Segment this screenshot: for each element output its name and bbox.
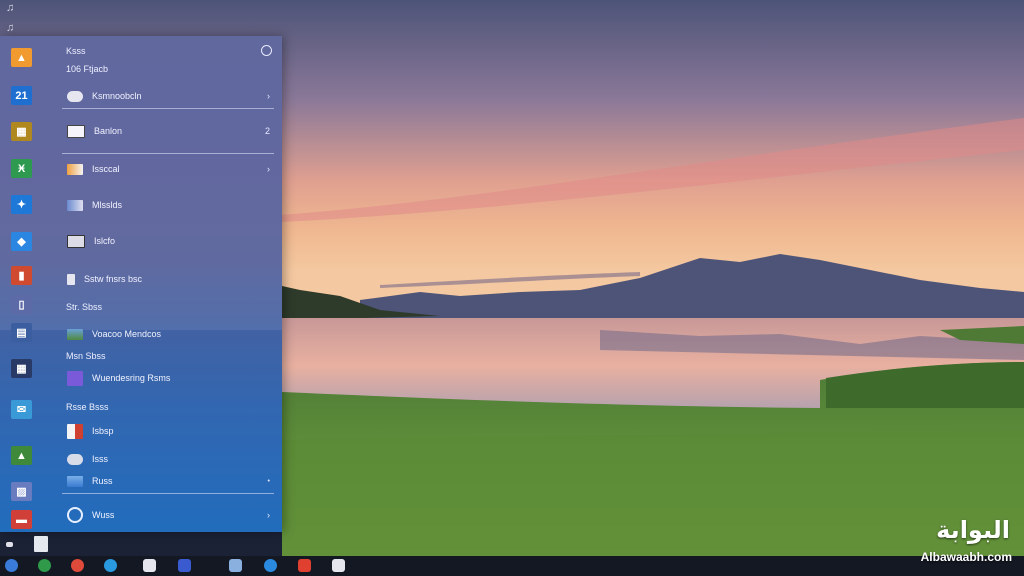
mail-tile-icon[interactable]: ✉: [11, 400, 32, 419]
settings-tile-icon[interactable]: ▨: [11, 482, 32, 501]
store-tile-icon[interactable]: ✦: [11, 195, 32, 214]
menu-item-label: Wuss: [92, 510, 115, 520]
notes-icon[interactable]: [143, 559, 156, 572]
watermark-latin: Albawaabh.com: [920, 550, 1012, 564]
desktop-shortcut-icon[interactable]: ♫: [6, 2, 14, 14]
picture-icon: [67, 163, 83, 175]
chevron-right-icon: ›: [267, 510, 270, 520]
menu-header: Ksss: [66, 46, 86, 56]
watermark-logo: البوابة Albawaabh.com: [880, 516, 1016, 568]
divider: [62, 153, 274, 154]
tile-rail: ▲ 21 ▦ Ӿ ✦ ◆ ▮ ▯ ▤ ▦ ✉ ▲ ▨ ▬: [0, 36, 44, 532]
menu-item-label: Mlsslds: [92, 200, 123, 210]
office-taskbar-icon[interactable]: [298, 559, 311, 572]
edge-taskbar-icon[interactable]: [264, 559, 277, 572]
menu-item-4[interactable]: Mlsslds: [62, 194, 274, 216]
spreadsheet-tile-icon[interactable]: Ӿ: [11, 159, 32, 178]
menu-item-2[interactable]: Banlon 2: [62, 120, 274, 142]
menu-item-8[interactable]: Wuendesring Rsms: [62, 367, 274, 389]
menu-item-10[interactable]: Isss: [62, 448, 274, 470]
watermark-arabic: البوابة: [936, 516, 1010, 544]
menu-item-5[interactable]: Islcfo: [62, 230, 274, 252]
menu-item-label: Russ: [92, 476, 113, 486]
chevron-right-icon: 2: [264, 126, 270, 136]
divider: [62, 108, 274, 109]
menu-item-label: Banlon: [94, 126, 123, 136]
dot-icon: •: [267, 477, 270, 485]
menu-item-label: Issccal: [92, 164, 120, 174]
menu-item-label: Voacoo Mendcos: [92, 329, 162, 339]
section-label: Rsse Bsss: [66, 402, 109, 412]
notification-tile-icon[interactable]: ◆: [11, 232, 32, 251]
menu-item-7[interactable]: Voacoo Mendcos: [62, 323, 274, 345]
maps-tile-icon[interactable]: ▲: [11, 446, 32, 465]
calculator-tile-icon[interactable]: ▦: [11, 359, 32, 378]
camera-icon: [67, 234, 85, 248]
menu-item-12[interactable]: Wuss ›: [62, 504, 274, 526]
calendar-tile-icon[interactable]: 21: [11, 86, 32, 105]
power-icon[interactable]: [261, 45, 272, 56]
chevron-right-icon: ›: [267, 91, 270, 101]
menu-item-6[interactable]: Sstw fnsrs bsc: [62, 268, 274, 290]
start-menu: ▲ 21 ▦ Ӿ ✦ ◆ ▮ ▯ ▤ ▦ ✉ ▲ ▨ ▬ Ksss 106 Ft…: [0, 36, 282, 532]
landscape-icon: [67, 328, 83, 340]
menu-item-1[interactable]: Ksmnoobcln ›: [62, 85, 274, 107]
section-label: Str. Sbss: [66, 302, 103, 312]
media-icon[interactable]: [71, 559, 84, 572]
menu-item-11[interactable]: Russ •: [62, 470, 274, 492]
purple-app-icon: [67, 370, 83, 386]
file-shortcut-icon[interactable]: [34, 536, 48, 552]
news-tile-icon[interactable]: ▬: [11, 510, 32, 529]
desktop-shortcut-icon-2[interactable]: ♫: [6, 22, 14, 34]
photos-icon[interactable]: [229, 559, 242, 572]
blue-app-icon: [67, 475, 83, 487]
start-button-icon[interactable]: [5, 559, 18, 572]
tray-dot-icon[interactable]: [6, 542, 13, 547]
menu-subheader: 106 Ftjacb: [66, 64, 109, 74]
menu-item-9[interactable]: Isbsp: [62, 420, 274, 442]
menu-item-label: Isbsp: [92, 426, 114, 436]
gallery-tile-icon[interactable]: ▦: [11, 122, 32, 141]
window-icon: [67, 124, 85, 138]
edge-icon: [67, 507, 83, 523]
taskbar: [0, 556, 1024, 576]
menu-item-label: Islcfo: [94, 236, 116, 246]
folder-tile-icon[interactable]: ▯: [11, 295, 32, 314]
film-tile-icon[interactable]: ▤: [11, 323, 32, 342]
browser-icon[interactable]: [104, 559, 117, 572]
menu-item-label: Wuendesring Rsms: [92, 373, 171, 383]
photos-tile-icon[interactable]: ▲: [11, 48, 32, 67]
menu-item-label: Sstw fnsrs bsc: [84, 274, 143, 284]
section-label: Msn Sbss: [66, 351, 106, 361]
menu-item-label: Ksmnoobcln: [92, 91, 142, 101]
image-icon: [67, 199, 83, 211]
divider: [62, 493, 274, 494]
cloud-icon: [67, 453, 83, 465]
red-app-icon: [67, 423, 83, 439]
doc-icon: [67, 273, 75, 285]
menu-item-3[interactable]: Issccal ›: [62, 158, 274, 180]
cloud-icon: [67, 90, 83, 102]
chevron-right-icon: ›: [267, 164, 270, 174]
file-taskbar-icon[interactable]: [332, 559, 345, 572]
office-tile-icon[interactable]: ▮: [11, 266, 32, 285]
menu-item-label: Isss: [92, 454, 109, 464]
chrome-icon[interactable]: [38, 559, 51, 572]
window-switch-icon[interactable]: [178, 559, 191, 572]
